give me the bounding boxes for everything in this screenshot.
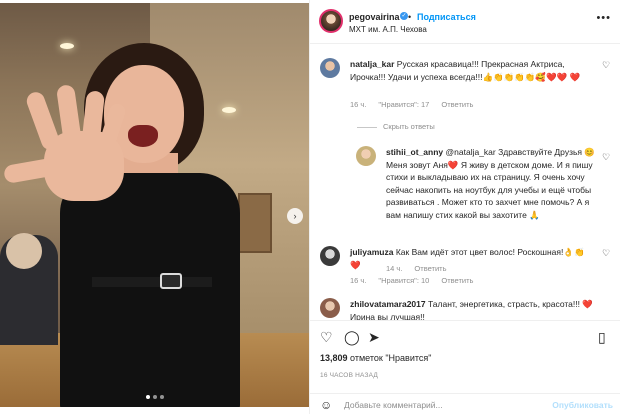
comment-body: zhilovatamara2017 Талант, энергетика, ст… — [350, 298, 600, 320]
comment-body: natalja_kar Русская красавица!!! Прекрас… — [350, 58, 600, 83]
comment-username[interactable]: juliyamuza — [350, 247, 393, 257]
commenter-avatar[interactable] — [320, 58, 340, 78]
carousel-dot — [153, 395, 157, 399]
comment-meta: 16 ч. "Нравится": 17 Ответить — [350, 100, 473, 109]
likes-number: 13,809 — [320, 353, 348, 363]
comment-body: stihii_ot_anny @natalja_kar Здравствуйте… — [386, 146, 604, 221]
hide-replies-label: Скрыть ответы — [383, 122, 435, 131]
photo-waving-hand — [2, 84, 154, 221]
comments-list: natalja_kar Русская красавица!!! Прекрас… — [310, 44, 620, 320]
more-icon[interactable]: ••• — [596, 12, 611, 24]
hide-replies-line — [357, 126, 377, 128]
publish-button[interactable]: Опубликовать — [552, 400, 613, 410]
post-photo[interactable]: › — [0, 3, 309, 407]
comment-text-extra: ❤️ — [569, 71, 581, 82]
comment-text: Как Вам идёт этот цвет волос! Роскошная!… — [395, 247, 585, 257]
comment-input[interactable] — [344, 398, 544, 412]
comment-bubble-icon[interactable]: ◯ — [344, 329, 360, 346]
carousel-dot-active — [146, 395, 150, 399]
instagram-post-window: › pegovairina ✓ • Подписаться МХТ им. А.… — [0, 0, 620, 414]
photo-belt-buckle — [160, 273, 182, 289]
comment-text: @natalja_kar Здравствуйте Друзья 😊 Меня … — [386, 147, 595, 220]
carousel-dot — [160, 395, 164, 399]
comment-reply-button[interactable]: Ответить — [441, 100, 473, 109]
comment-text: Талант, энергетика, страсть, красота!!! … — [427, 299, 593, 309]
photo-ceiling-lamp — [222, 107, 236, 113]
comment-likes[interactable]: "Нравится": 10 — [378, 276, 429, 285]
comment-text-extra: ❤️ — [350, 259, 361, 270]
photo-ceiling-lamp — [60, 43, 74, 49]
comment-meta: 16 ч. "Нравится": 10 Ответить — [350, 276, 473, 285]
comment-reply-button[interactable]: Ответить — [441, 276, 473, 285]
likes-suffix: отметок "Нравится" — [350, 353, 432, 363]
like-heart-icon[interactable]: ♡ — [320, 329, 333, 346]
verified-badge-icon: ✓ — [400, 12, 408, 20]
share-send-icon[interactable]: ➤ — [368, 329, 380, 346]
emoji-smile-icon[interactable]: ☺ — [320, 398, 332, 412]
comment-text-extra: Ирина вы лучшая!! — [350, 311, 425, 321]
post-side-panel: pegovairina ✓ • Подписаться МХТ им. А.П.… — [309, 0, 620, 414]
header-separator: • — [408, 12, 412, 22]
likes-count[interactable]: 13,809 отметок "Нравится" — [320, 353, 431, 363]
author-avatar[interactable] — [319, 9, 343, 33]
comment-time[interactable]: 16 ч. — [350, 100, 366, 109]
next-photo-button[interactable]: › — [287, 208, 303, 224]
save-bookmark-icon[interactable]: ▯ — [598, 329, 606, 346]
post-time[interactable]: 16 ЧАСОВ НАЗАД — [320, 372, 378, 379]
carousel-dots — [146, 395, 164, 399]
photo-belt — [92, 277, 212, 287]
comment-username[interactable]: natalja_kar — [350, 59, 394, 69]
follow-button[interactable]: Подписаться — [417, 12, 476, 22]
post-location[interactable]: МХТ им. А.П. Чехова — [349, 25, 427, 34]
post-header: pegovairina ✓ • Подписаться МХТ им. А.П.… — [310, 0, 620, 44]
commenter-avatar[interactable] — [356, 146, 376, 166]
photo-background-person-head — [6, 233, 42, 269]
comment-username[interactable]: stihii_ot_anny — [386, 147, 443, 157]
author-username[interactable]: pegovairina — [349, 12, 400, 22]
add-comment-bar: ☺ Опубликовать — [310, 393, 620, 414]
comment-body: juliyamuza Как Вам идёт этот цвет волос!… — [350, 246, 600, 271]
commenter-avatar[interactable] — [320, 298, 340, 318]
photo-background-door — [238, 193, 272, 253]
like-comment-heart-icon[interactable]: ♡ — [602, 60, 610, 71]
commenter-avatar[interactable] — [320, 246, 340, 266]
hide-replies-button[interactable]: Скрыть ответы — [357, 122, 435, 131]
comment-time[interactable]: 16 ч. — [350, 276, 366, 285]
like-comment-heart-icon[interactable]: ♡ — [602, 248, 610, 259]
post-actions: ♡ ◯ ➤ ▯ 13,809 отметок "Нравится" 16 ЧАС… — [310, 320, 620, 414]
comment-likes[interactable]: "Нравится": 17 — [378, 100, 429, 109]
like-comment-heart-icon[interactable]: ♡ — [602, 152, 610, 163]
comment-username[interactable]: zhilovatamara2017 — [350, 299, 426, 309]
